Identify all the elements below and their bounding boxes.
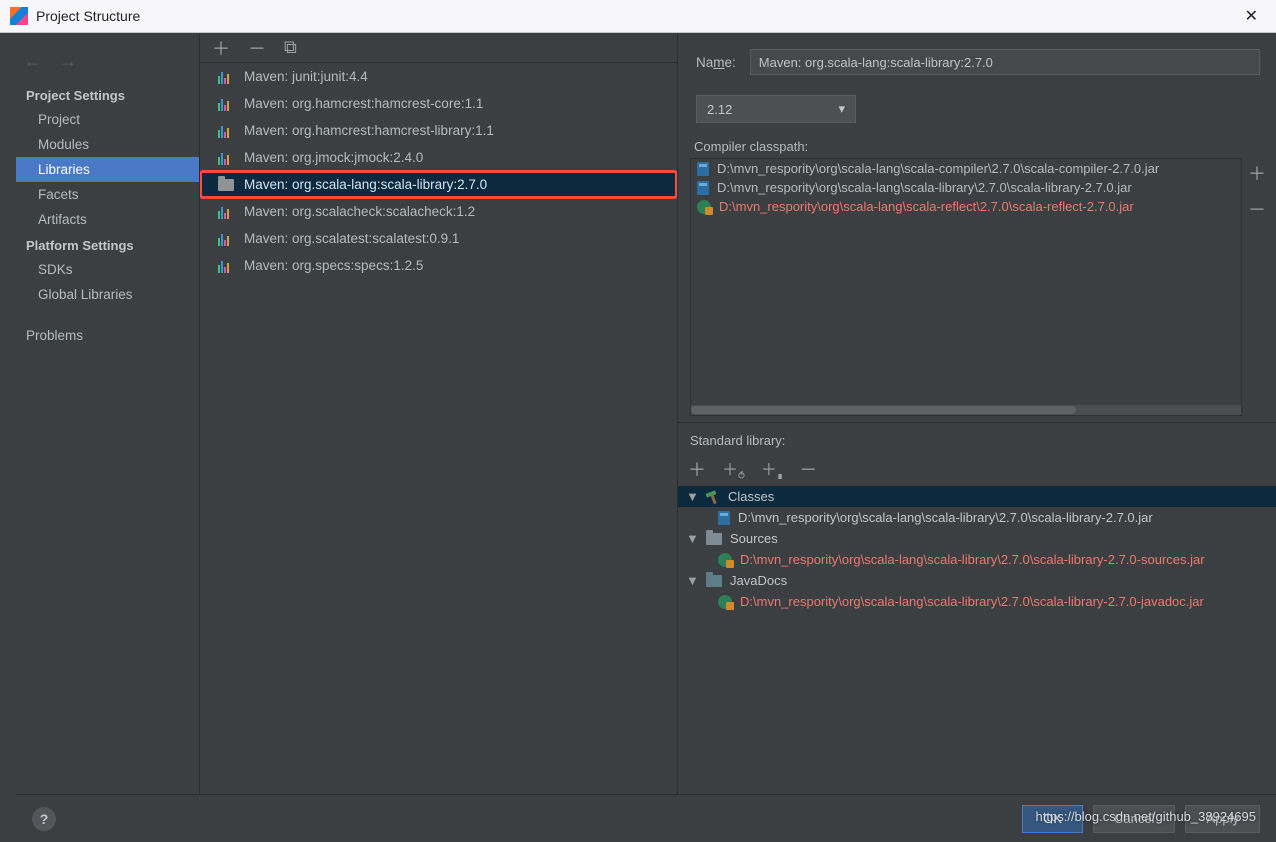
classpath-remove-icon[interactable]: － — [1248, 196, 1266, 222]
libraries-column: ＋ － ⧉ Maven: junit:junit:4.4 Maven: org.h… — [200, 33, 678, 794]
classpath-path: D:\mvn_respority\org\scala-lang\scala-li… — [717, 180, 1132, 195]
disclosure-triangle-icon[interactable]: ▼ — [686, 531, 698, 546]
library-bars-icon — [218, 124, 234, 138]
library-item[interactable]: Maven: org.jmock:jmock:2.4.0 — [200, 144, 677, 171]
apply-button[interactable]: Apply — [1185, 805, 1260, 833]
library-label: Maven: org.scalatest:scalatest:0.9.1 — [244, 231, 459, 246]
library-item[interactable]: Maven: org.hamcrest:hamcrest-core:1.1 — [200, 90, 677, 117]
library-bars-icon — [218, 232, 234, 246]
project-structure-dialog: ← → Project Settings Project Modules Lib… — [16, 33, 1276, 842]
jar-file-icon — [697, 162, 709, 176]
standard-library-label: Standard library: — [678, 429, 1276, 452]
sidebar-item-artifacts[interactable]: Artifacts — [16, 207, 199, 232]
chevron-down-icon: ▾ — [838, 101, 845, 117]
nav-arrows: ← → — [16, 49, 199, 82]
help-button[interactable]: ? — [32, 807, 56, 831]
classpath-add-icon[interactable]: ＋ — [1248, 160, 1266, 186]
window-title: Project Structure — [36, 8, 140, 24]
name-label: Name: — [696, 55, 736, 70]
sidebar-item-libraries[interactable]: Libraries — [16, 157, 199, 182]
intellij-icon — [10, 7, 28, 25]
library-bars-icon — [218, 205, 234, 219]
library-bars-icon — [218, 151, 234, 165]
classpath-row[interactable]: D:\mvn_respority\org\scala-lang\scala-li… — [691, 178, 1241, 197]
classpath-row[interactable]: D:\mvn_respority\org\scala-lang\scala-co… — [691, 159, 1241, 178]
tree-node-javadocs[interactable]: ▼ JavaDocs — [678, 570, 1276, 591]
missing-file-icon — [697, 200, 711, 214]
libraries-list[interactable]: Maven: junit:junit:4.4 Maven: org.hamcres… — [200, 63, 677, 794]
sidebar-item-project[interactable]: Project — [16, 107, 199, 132]
forward-arrow-icon[interactable]: → — [59, 51, 77, 71]
library-name-input[interactable] — [750, 49, 1260, 75]
missing-source-icon — [718, 553, 732, 567]
disclosure-triangle-icon[interactable]: ▼ — [686, 573, 698, 588]
library-detail-panel: Name: 2.12 ▾ Compiler classpath: D:\mvn_… — [678, 33, 1276, 794]
version-value: 2.12 — [707, 102, 732, 117]
classpath-row[interactable]: D:\mvn_respority\org\scala-lang\scala-re… — [691, 197, 1241, 216]
compiler-classpath-list[interactable]: D:\mvn_respority\org\scala-lang\scala-co… — [690, 158, 1242, 416]
classpath-path: D:\mvn_respority\org\scala-lang\scala-re… — [719, 199, 1134, 214]
library-label: Maven: org.scalacheck:scalacheck:1.2 — [244, 204, 475, 219]
close-icon[interactable]: ✕ — [1237, 2, 1266, 30]
library-bars-icon — [218, 70, 234, 84]
project-settings-heading: Project Settings — [16, 82, 199, 107]
classes-icon — [706, 490, 720, 504]
horizontal-scrollbar[interactable] — [691, 405, 1241, 415]
sources-folder-icon — [706, 533, 722, 545]
cancel-button[interactable]: Cancel — [1093, 805, 1175, 833]
dialog-button-bar: ? OK Cancel Apply — [16, 794, 1276, 842]
standard-library-toolbar: ＋ ＋⥀ ＋∎ － — [678, 452, 1276, 486]
settings-sidebar: ← → Project Settings Project Modules Lib… — [16, 33, 200, 794]
jar-file-icon — [697, 181, 709, 195]
classpath-path: D:\mvn_respority\org\scala-lang\scala-co… — [717, 161, 1159, 176]
library-item[interactable]: Maven: org.specs:specs:1.2.5 — [200, 252, 677, 279]
background-gutter — [0, 33, 16, 842]
tree-leaf-javadocs-jar[interactable]: D:\mvn_respority\org\scala-lang\scala-li… — [678, 591, 1276, 612]
jar-file-icon — [718, 511, 730, 525]
library-label: Maven: org.hamcrest:hamcrest-core:1.1 — [244, 96, 483, 111]
sidebar-item-facets[interactable]: Facets — [16, 182, 199, 207]
stdlib-add-icon[interactable]: ＋ — [688, 456, 706, 482]
platform-settings-heading: Platform Settings — [16, 232, 199, 257]
sidebar-item-problems[interactable]: Problems — [16, 323, 199, 348]
standard-library-tree[interactable]: ▼ Classes D:\mvn_respority\org\scala-lan… — [678, 486, 1276, 794]
stdlib-attach-docs-icon[interactable]: ＋∎ — [761, 456, 783, 482]
tree-leaf-classes-jar[interactable]: D:\mvn_respority\org\scala-lang\scala-li… — [678, 507, 1276, 528]
tree-node-classes[interactable]: ▼ Classes — [678, 486, 1276, 507]
library-item[interactable]: Maven: org.scalacheck:scalacheck:1.2 — [200, 198, 677, 225]
javadocs-folder-icon — [706, 575, 722, 587]
library-item[interactable]: Maven: org.scalatest:scalatest:0.9.1 — [200, 225, 677, 252]
library-item[interactable]: Maven: org.hamcrest:hamcrest-library:1.1 — [200, 117, 677, 144]
title-bar: Project Structure ✕ — [0, 0, 1276, 33]
library-label: Maven: org.hamcrest:hamcrest-library:1.1 — [244, 123, 494, 138]
library-item[interactable]: Maven: org.scala-lang:scala-library:2.7.… — [200, 171, 677, 198]
sidebar-item-sdks[interactable]: SDKs — [16, 257, 199, 282]
library-item[interactable]: Maven: junit:junit:4.4 — [200, 63, 677, 90]
missing-javadoc-icon — [718, 595, 732, 609]
disclosure-triangle-icon[interactable]: ▼ — [686, 489, 698, 504]
remove-library-icon[interactable]: － — [248, 35, 266, 61]
name-row: Name: — [696, 49, 1260, 75]
scala-version-select[interactable]: 2.12 ▾ — [696, 95, 856, 123]
library-label: Maven: org.specs:specs:1.2.5 — [244, 258, 423, 273]
library-label: Maven: org.jmock:jmock:2.4.0 — [244, 150, 423, 165]
library-label: Maven: junit:junit:4.4 — [244, 69, 368, 84]
tree-leaf-sources-jar[interactable]: D:\mvn_respority\org\scala-lang\scala-li… — [678, 549, 1276, 570]
standard-library-section: Standard library: ＋ ＋⥀ ＋∎ － ▼ Classes — [678, 422, 1276, 794]
stdlib-remove-icon[interactable]: － — [799, 456, 817, 482]
sidebar-item-modules[interactable]: Modules — [16, 132, 199, 157]
back-arrow-icon[interactable]: ← — [24, 51, 42, 71]
ok-button[interactable]: OK — [1022, 805, 1083, 833]
library-label: Maven: org.scala-lang:scala-library:2.7.… — [244, 177, 487, 192]
folder-icon — [218, 179, 234, 191]
tree-node-sources[interactable]: ▼ Sources — [678, 528, 1276, 549]
library-bars-icon — [218, 259, 234, 273]
library-bars-icon — [218, 97, 234, 111]
copy-library-icon[interactable]: ⧉ — [284, 37, 297, 58]
sidebar-item-global-libraries[interactable]: Global Libraries — [16, 282, 199, 307]
compiler-classpath-label: Compiler classpath: — [690, 133, 1268, 158]
libraries-toolbar: ＋ － ⧉ — [200, 33, 677, 63]
add-library-icon[interactable]: ＋ — [212, 35, 230, 61]
stdlib-attach-url-icon[interactable]: ＋⥀ — [722, 456, 745, 482]
